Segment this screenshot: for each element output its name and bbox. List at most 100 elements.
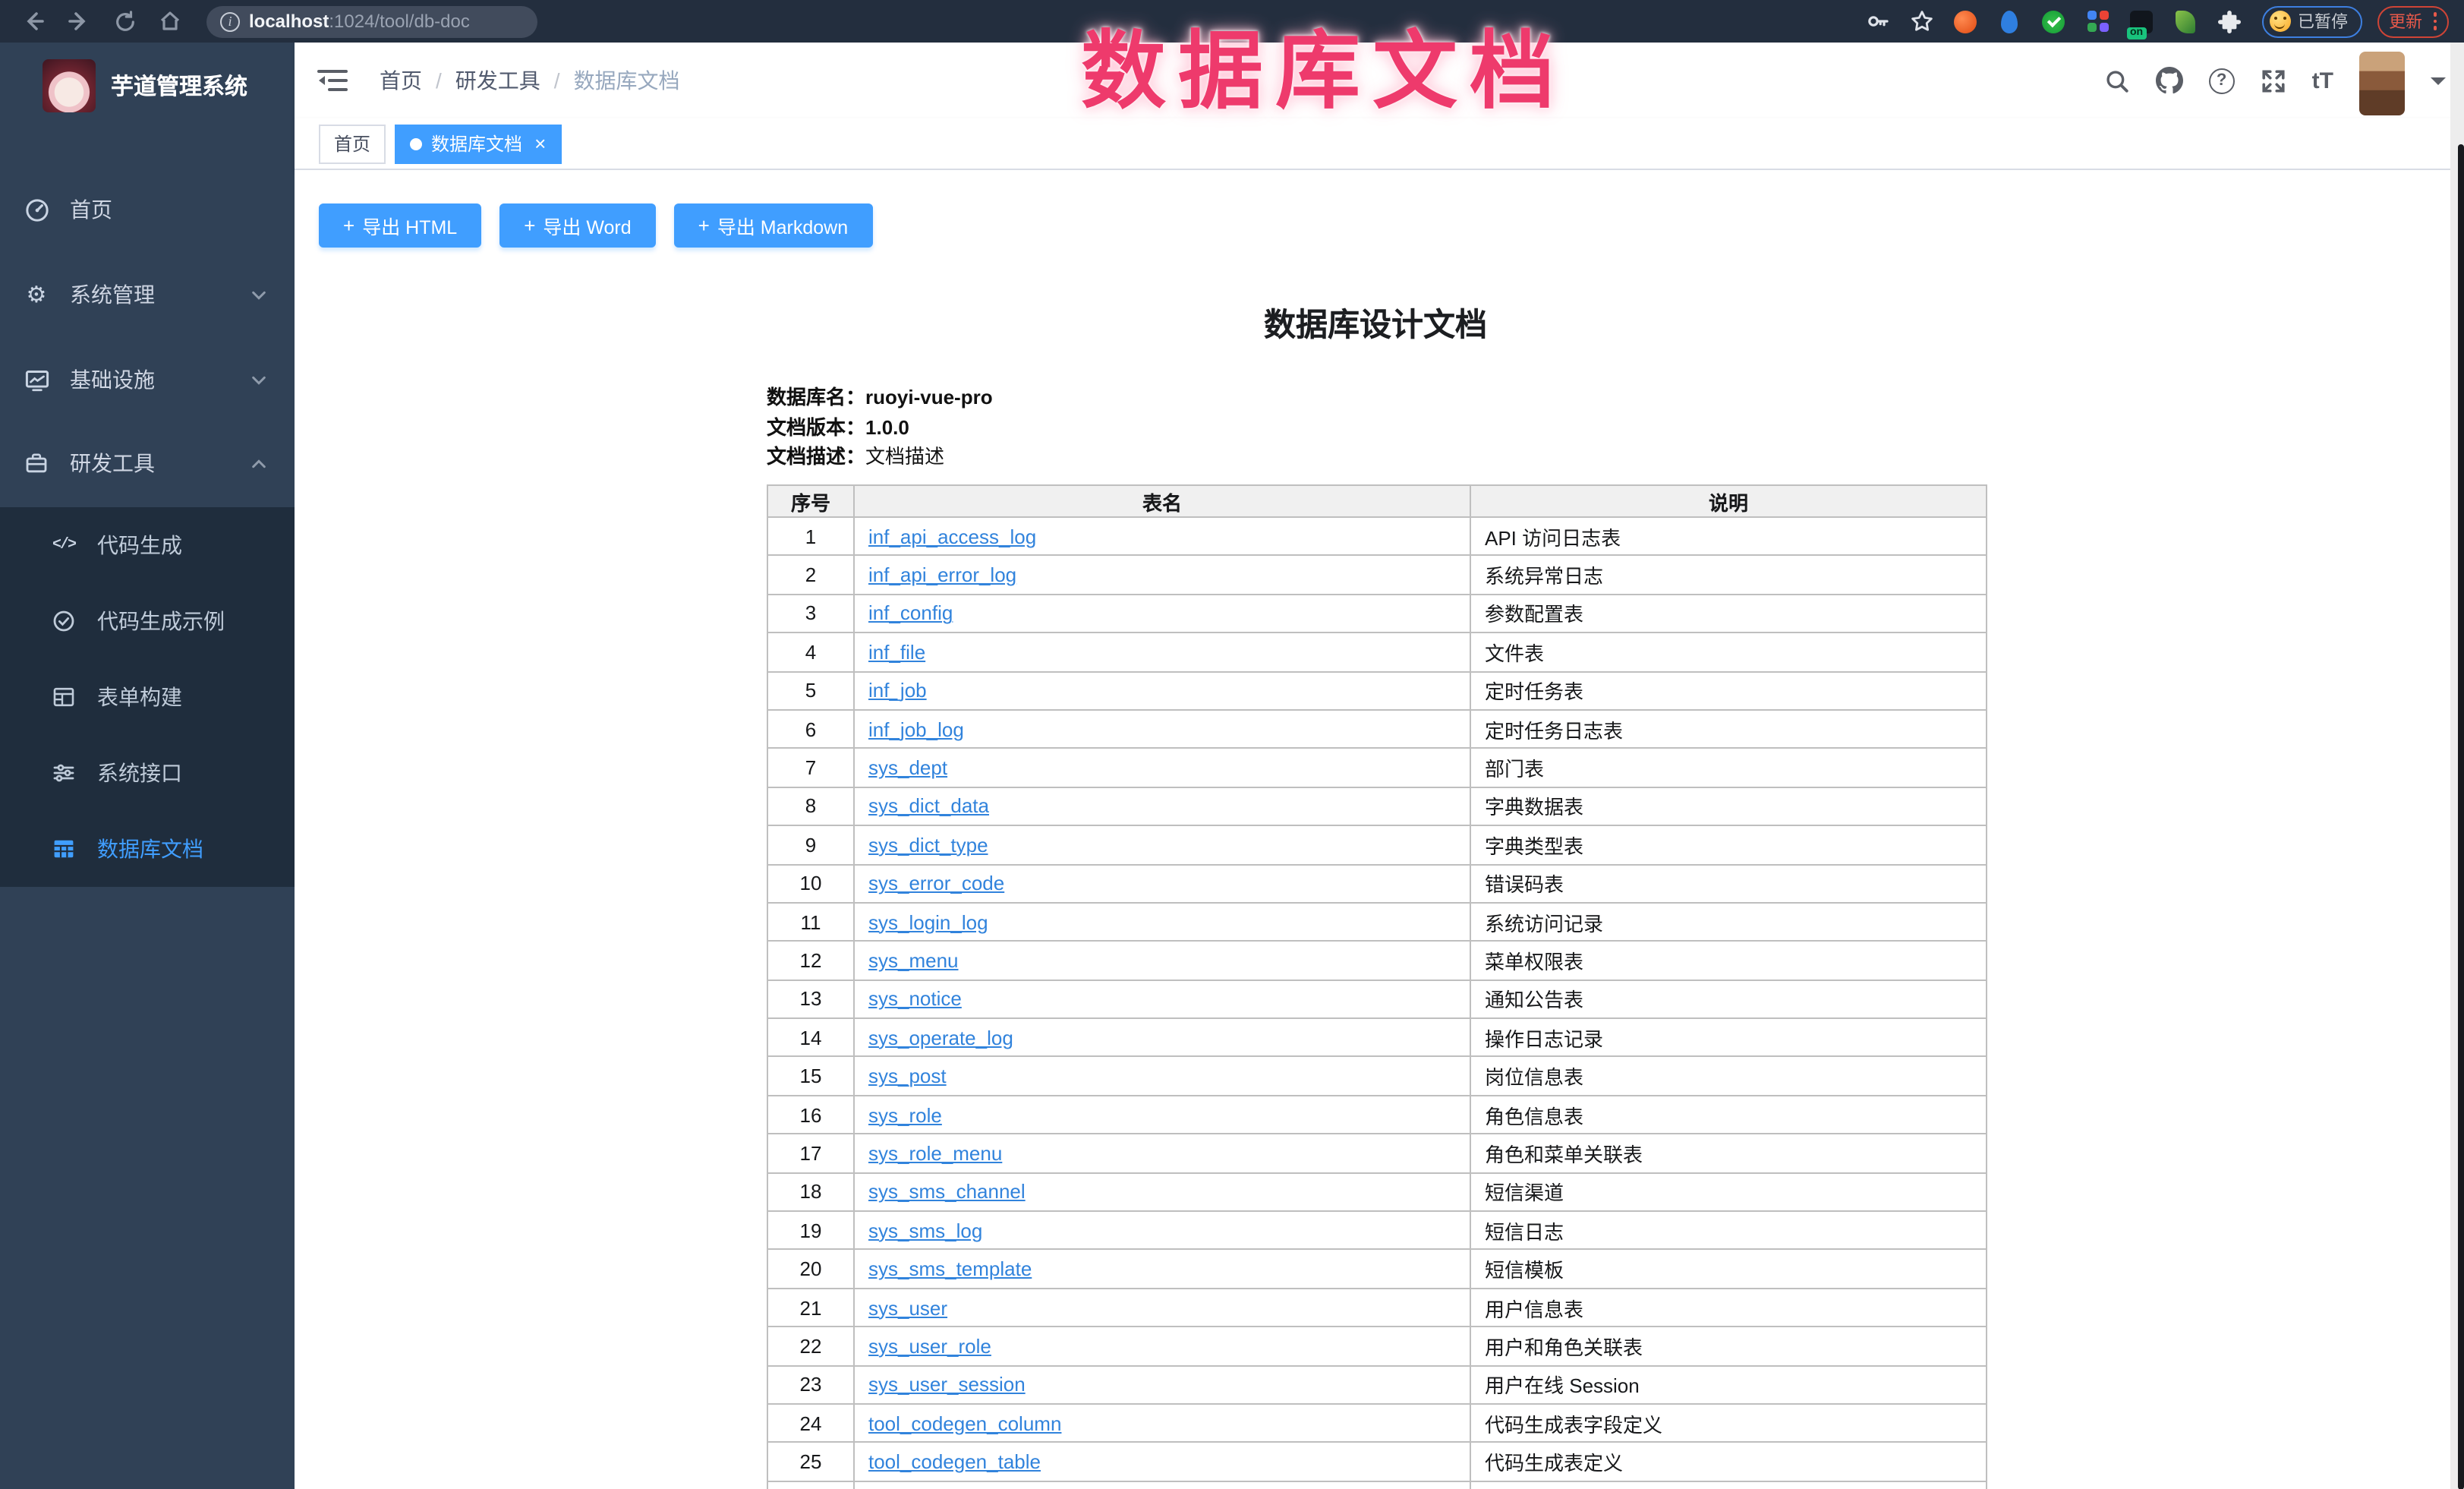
cell-description: 用户在线 Session [1470, 1365, 1987, 1404]
cell-description: 短信模板 [1470, 1250, 1987, 1289]
help-icon[interactable] [2209, 68, 2235, 93]
table-link[interactable]: sys_login_log [868, 910, 988, 933]
extension-icon-green-leaf[interactable] [2169, 5, 2202, 38]
table-link[interactable]: tool_codegen_column [868, 1412, 1061, 1434]
breadcrumb-home[interactable]: 首页 [380, 65, 422, 96]
collapse-sidebar-icon[interactable] [317, 65, 351, 96]
back-icon[interactable] [15, 3, 52, 39]
avatar[interactable] [2359, 52, 2405, 115]
close-icon[interactable]: × [534, 134, 546, 153]
tag-db-doc[interactable]: 数据库文档 × [395, 124, 561, 163]
export-html-button[interactable]: + 导出 HTML [319, 203, 481, 248]
table-link[interactable]: inf_file [868, 641, 925, 664]
cell-index: 5 [767, 671, 854, 710]
browser-menu-kebab-icon[interactable] [2433, 13, 2437, 30]
github-icon[interactable] [2156, 67, 2183, 94]
table-link[interactable]: sys_user [868, 1296, 947, 1319]
cell-table-name: sys_dept [854, 749, 1470, 787]
cell-table-name: sys_role_menu [854, 1134, 1470, 1173]
export-word-button[interactable]: + 导出 Word [499, 203, 655, 248]
scrollbar-thumb[interactable] [2457, 144, 2464, 1489]
table-row: 5inf_job定时任务表 [767, 671, 1987, 710]
fullscreen-icon[interactable] [2261, 68, 2286, 93]
extensions-puzzle-icon[interactable] [2213, 5, 2246, 38]
tag-label: 首页 [334, 131, 370, 156]
table-row: 25tool_codegen_table代码生成表定义 [767, 1443, 1987, 1481]
table-link[interactable]: inf_job [868, 680, 927, 702]
table-row: 9sys_dict_type字典类型表 [767, 825, 1987, 864]
window-scrollbar[interactable] [2450, 43, 2464, 1489]
sidebar-item-label: 数据库文档 [97, 834, 203, 864]
font-size-icon[interactable]: tT [2312, 68, 2333, 93]
sidebar-item-home[interactable]: 首页 [0, 172, 295, 248]
table-link[interactable]: sys_operate_log [868, 1027, 1013, 1049]
extension-icon-green-check[interactable] [2037, 5, 2070, 38]
cell-table-name: inf_config [854, 595, 1470, 633]
password-key-icon[interactable] [1861, 5, 1894, 38]
sidebar-item-label: 系统管理 [70, 279, 155, 310]
browser-update-button[interactable]: 更新 [2377, 5, 2449, 37]
table-link[interactable]: sys_user_session [868, 1374, 1026, 1396]
sidebar-item-codegen[interactable]: </> 代码生成 [0, 507, 295, 583]
table-link[interactable]: inf_api_access_log [868, 525, 1036, 547]
table-row: 12sys_menu菜单权限表 [767, 942, 1987, 980]
table-link[interactable]: sys_sms_log [868, 1219, 982, 1241]
table-link[interactable]: sys_role_menu [868, 1142, 1002, 1165]
search-icon[interactable] [2104, 68, 2130, 93]
sidebar-item-codegen-demo[interactable]: 代码生成示例 [0, 583, 295, 659]
reload-icon[interactable] [106, 3, 143, 39]
sidebar-item-system-api[interactable]: 系统接口 [0, 735, 295, 811]
table-link[interactable]: inf_job_log [868, 718, 964, 740]
table-row: 20sys_sms_template短信模板 [767, 1250, 1987, 1289]
sidebar-item-devtools[interactable]: 研发工具 [0, 425, 295, 501]
table-link[interactable]: sys_error_code [868, 872, 1004, 894]
avatar-dropdown-caret-icon[interactable] [2431, 77, 2446, 92]
table-link[interactable]: sys_sms_template [868, 1257, 1032, 1280]
table-link[interactable]: sys_dept [868, 756, 947, 779]
breadcrumb-devtools[interactable]: 研发工具 [455, 65, 540, 96]
tag-home[interactable]: 首页 [319, 124, 386, 163]
table-link[interactable]: sys_dict_type [868, 834, 988, 856]
table-link[interactable]: sys_menu [868, 949, 959, 972]
extension-icon-orange[interactable] [1949, 5, 1982, 38]
table-row: 11sys_login_log系统访问记录 [767, 903, 1987, 942]
doc-table-body: 1inf_api_access_logAPI 访问日志表2inf_api_err… [767, 517, 1987, 1489]
sidebar-item-system[interactable]: ⚙ 系统管理 [0, 257, 295, 333]
address-bar[interactable]: localhost:1024/tool/db-doc [206, 5, 537, 37]
forward-icon[interactable] [61, 3, 97, 39]
extension-icon-on-badge[interactable]: on [2125, 5, 2158, 38]
button-label: 导出 HTML [362, 211, 457, 240]
cell-table-name: sys_operate_log [854, 1018, 1470, 1057]
bookmark-star-icon[interactable] [1905, 5, 1938, 38]
extension-icon-blue-drop[interactable] [1993, 5, 2026, 38]
table-link[interactable]: sys_dict_data [868, 795, 989, 818]
sidebar-item-infra[interactable]: 基础设施 [0, 342, 295, 418]
table-link[interactable]: sys_sms_channel [868, 1181, 1026, 1204]
extension-icon-colorful-grid[interactable] [2081, 5, 2114, 38]
cell-table-name: inf_job_log [854, 710, 1470, 749]
site-info-icon[interactable] [220, 11, 240, 31]
tables-index-table: 序号 表名 说明 1inf_api_access_logAPI 访问日志表2in… [767, 484, 1987, 1489]
url-host: localhost [249, 11, 329, 32]
export-markdown-button[interactable]: + 导出 Markdown [674, 203, 872, 248]
cell-index: 16 [767, 1096, 854, 1134]
table-link[interactable]: sys_notice [868, 988, 962, 1011]
cell-table-name: tool_test_demo [854, 1481, 1470, 1489]
sidebar-item-label: 表单构建 [97, 682, 182, 712]
sidebar-item-db-doc[interactable]: 数据库文档 [0, 811, 295, 887]
table-link[interactable]: sys_user_role [868, 1335, 991, 1358]
cell-table-name: sys_sms_log [854, 1211, 1470, 1250]
monitor-chart-icon [23, 367, 50, 393]
browser-profile-chip[interactable]: 已暂停 [2261, 5, 2362, 37]
table-link[interactable]: tool_codegen_table [868, 1450, 1041, 1473]
table-row: 26tool_test_demo字典类型表 [767, 1481, 1987, 1489]
cell-description: 菜单权限表 [1470, 942, 1987, 980]
sidebar-item-form-builder[interactable]: 表单构建 [0, 659, 295, 735]
table-link[interactable]: sys_role [868, 1103, 942, 1126]
home-icon[interactable] [152, 3, 188, 39]
table-link[interactable]: inf_api_error_log [868, 563, 1016, 586]
sidebar-item-label: 首页 [70, 194, 112, 225]
table-link[interactable]: sys_post [868, 1065, 947, 1087]
app-logo-row[interactable]: 芋道管理系统 [0, 43, 295, 112]
table-link[interactable]: inf_config [868, 602, 953, 625]
